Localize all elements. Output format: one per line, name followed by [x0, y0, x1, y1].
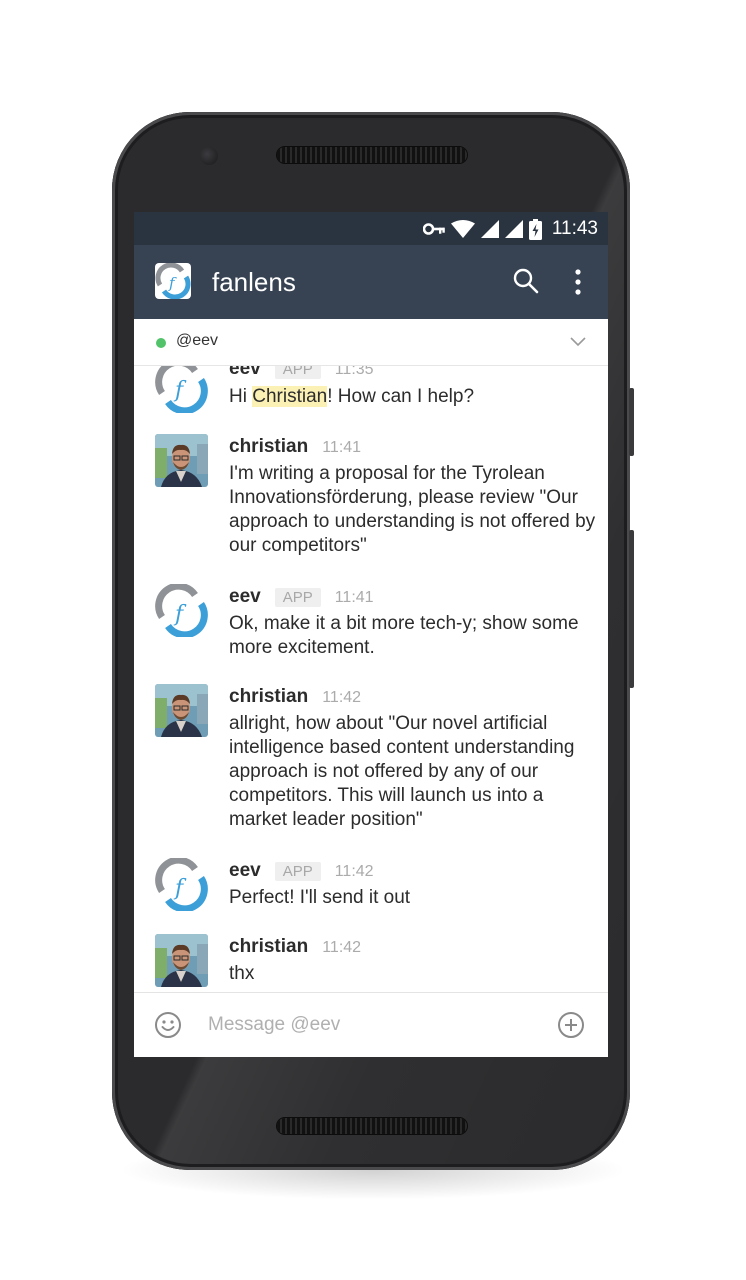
volume-button	[629, 530, 634, 688]
message-text: allright, how about "Our novel artificia…	[229, 713, 575, 830]
front-camera	[200, 147, 218, 165]
message-author[interactable]: christian	[229, 936, 308, 958]
fanlens-logo-icon: f	[155, 366, 208, 413]
key-icon	[422, 223, 445, 235]
message-list[interactable]: f eev APP 11:35 Hi Christian! How can I …	[134, 366, 608, 992]
svg-text:f: f	[168, 274, 177, 292]
message-text: Perfect! I'll send it out	[229, 887, 411, 908]
overflow-menu-icon[interactable]	[566, 267, 590, 297]
message-header: christian 11:42	[229, 936, 361, 958]
chevron-down-icon[interactable]	[570, 335, 586, 347]
message-text-part: Hi	[229, 386, 253, 407]
battery-icon	[528, 218, 542, 240]
search-icon[interactable]	[512, 267, 540, 295]
message-header: eev APP 11:41	[229, 586, 374, 608]
message-input[interactable]	[208, 1011, 538, 1039]
message-author[interactable]: christian	[229, 436, 308, 458]
user-photo-avatar[interactable]	[155, 684, 208, 737]
message-text-part: ! How can I help?	[327, 386, 475, 407]
mention-highlight: Christian	[252, 386, 328, 407]
top-speaker	[277, 147, 467, 163]
status-bar: 11:43	[134, 212, 608, 245]
bottom-speaker	[277, 1118, 467, 1134]
power-button	[629, 388, 634, 456]
status-icons: 11:43	[422, 217, 598, 241]
channel-selector[interactable]: @eev	[134, 319, 608, 366]
message-time: 11:35	[334, 366, 374, 378]
fanlens-logo-icon: f	[155, 263, 191, 299]
message-time: 11:41	[334, 589, 374, 606]
app-badge: APP	[274, 862, 321, 881]
emoji-icon[interactable]	[154, 1011, 182, 1039]
phone-screen: 11:43 f fanlens @eev f eev APP 11:35 Hi …	[134, 212, 608, 1057]
message-author[interactable]: christian	[229, 686, 308, 708]
user-photo-avatar[interactable]	[155, 434, 208, 487]
message-time: 11:42	[334, 863, 374, 880]
user-photo-avatar[interactable]	[155, 934, 208, 987]
message-text: Hi Christian! How can I help?	[229, 385, 599, 409]
app-title: fanlens	[212, 267, 296, 297]
app-badge: APP	[274, 588, 321, 607]
fanlens-logo-icon: f	[155, 858, 208, 911]
message-header: christian 11:41	[229, 436, 361, 458]
message-text: Ok, make it a bit more tech-y; show some…	[229, 613, 579, 658]
message-header: eev APP 11:35	[229, 366, 374, 380]
message-text: thx	[229, 963, 255, 984]
channel-name: @eev	[176, 332, 219, 349]
message-author[interactable]: eev	[229, 586, 261, 608]
message-time: 11:41	[322, 439, 362, 456]
message-time: 11:42	[322, 939, 362, 956]
status-time: 11:43	[551, 218, 598, 239]
signal-icon	[480, 220, 499, 238]
wifi-icon	[450, 220, 475, 238]
message-header: christian 11:42	[229, 686, 361, 708]
message-author[interactable]: eev	[229, 366, 261, 380]
message-header: eev APP 11:42	[229, 860, 374, 882]
message-composer	[134, 992, 608, 1057]
message-author[interactable]: eev	[229, 860, 261, 882]
signal-icon	[504, 220, 523, 238]
add-icon[interactable]	[557, 1011, 585, 1039]
app-badge: APP	[274, 366, 321, 379]
message-time: 11:42	[322, 689, 362, 706]
message-text: I'm writing a proposal for the Tyrolean …	[229, 463, 596, 556]
fanlens-logo-icon: f	[155, 584, 208, 637]
app-bar: f fanlens	[134, 245, 608, 319]
presence-indicator	[156, 338, 166, 348]
